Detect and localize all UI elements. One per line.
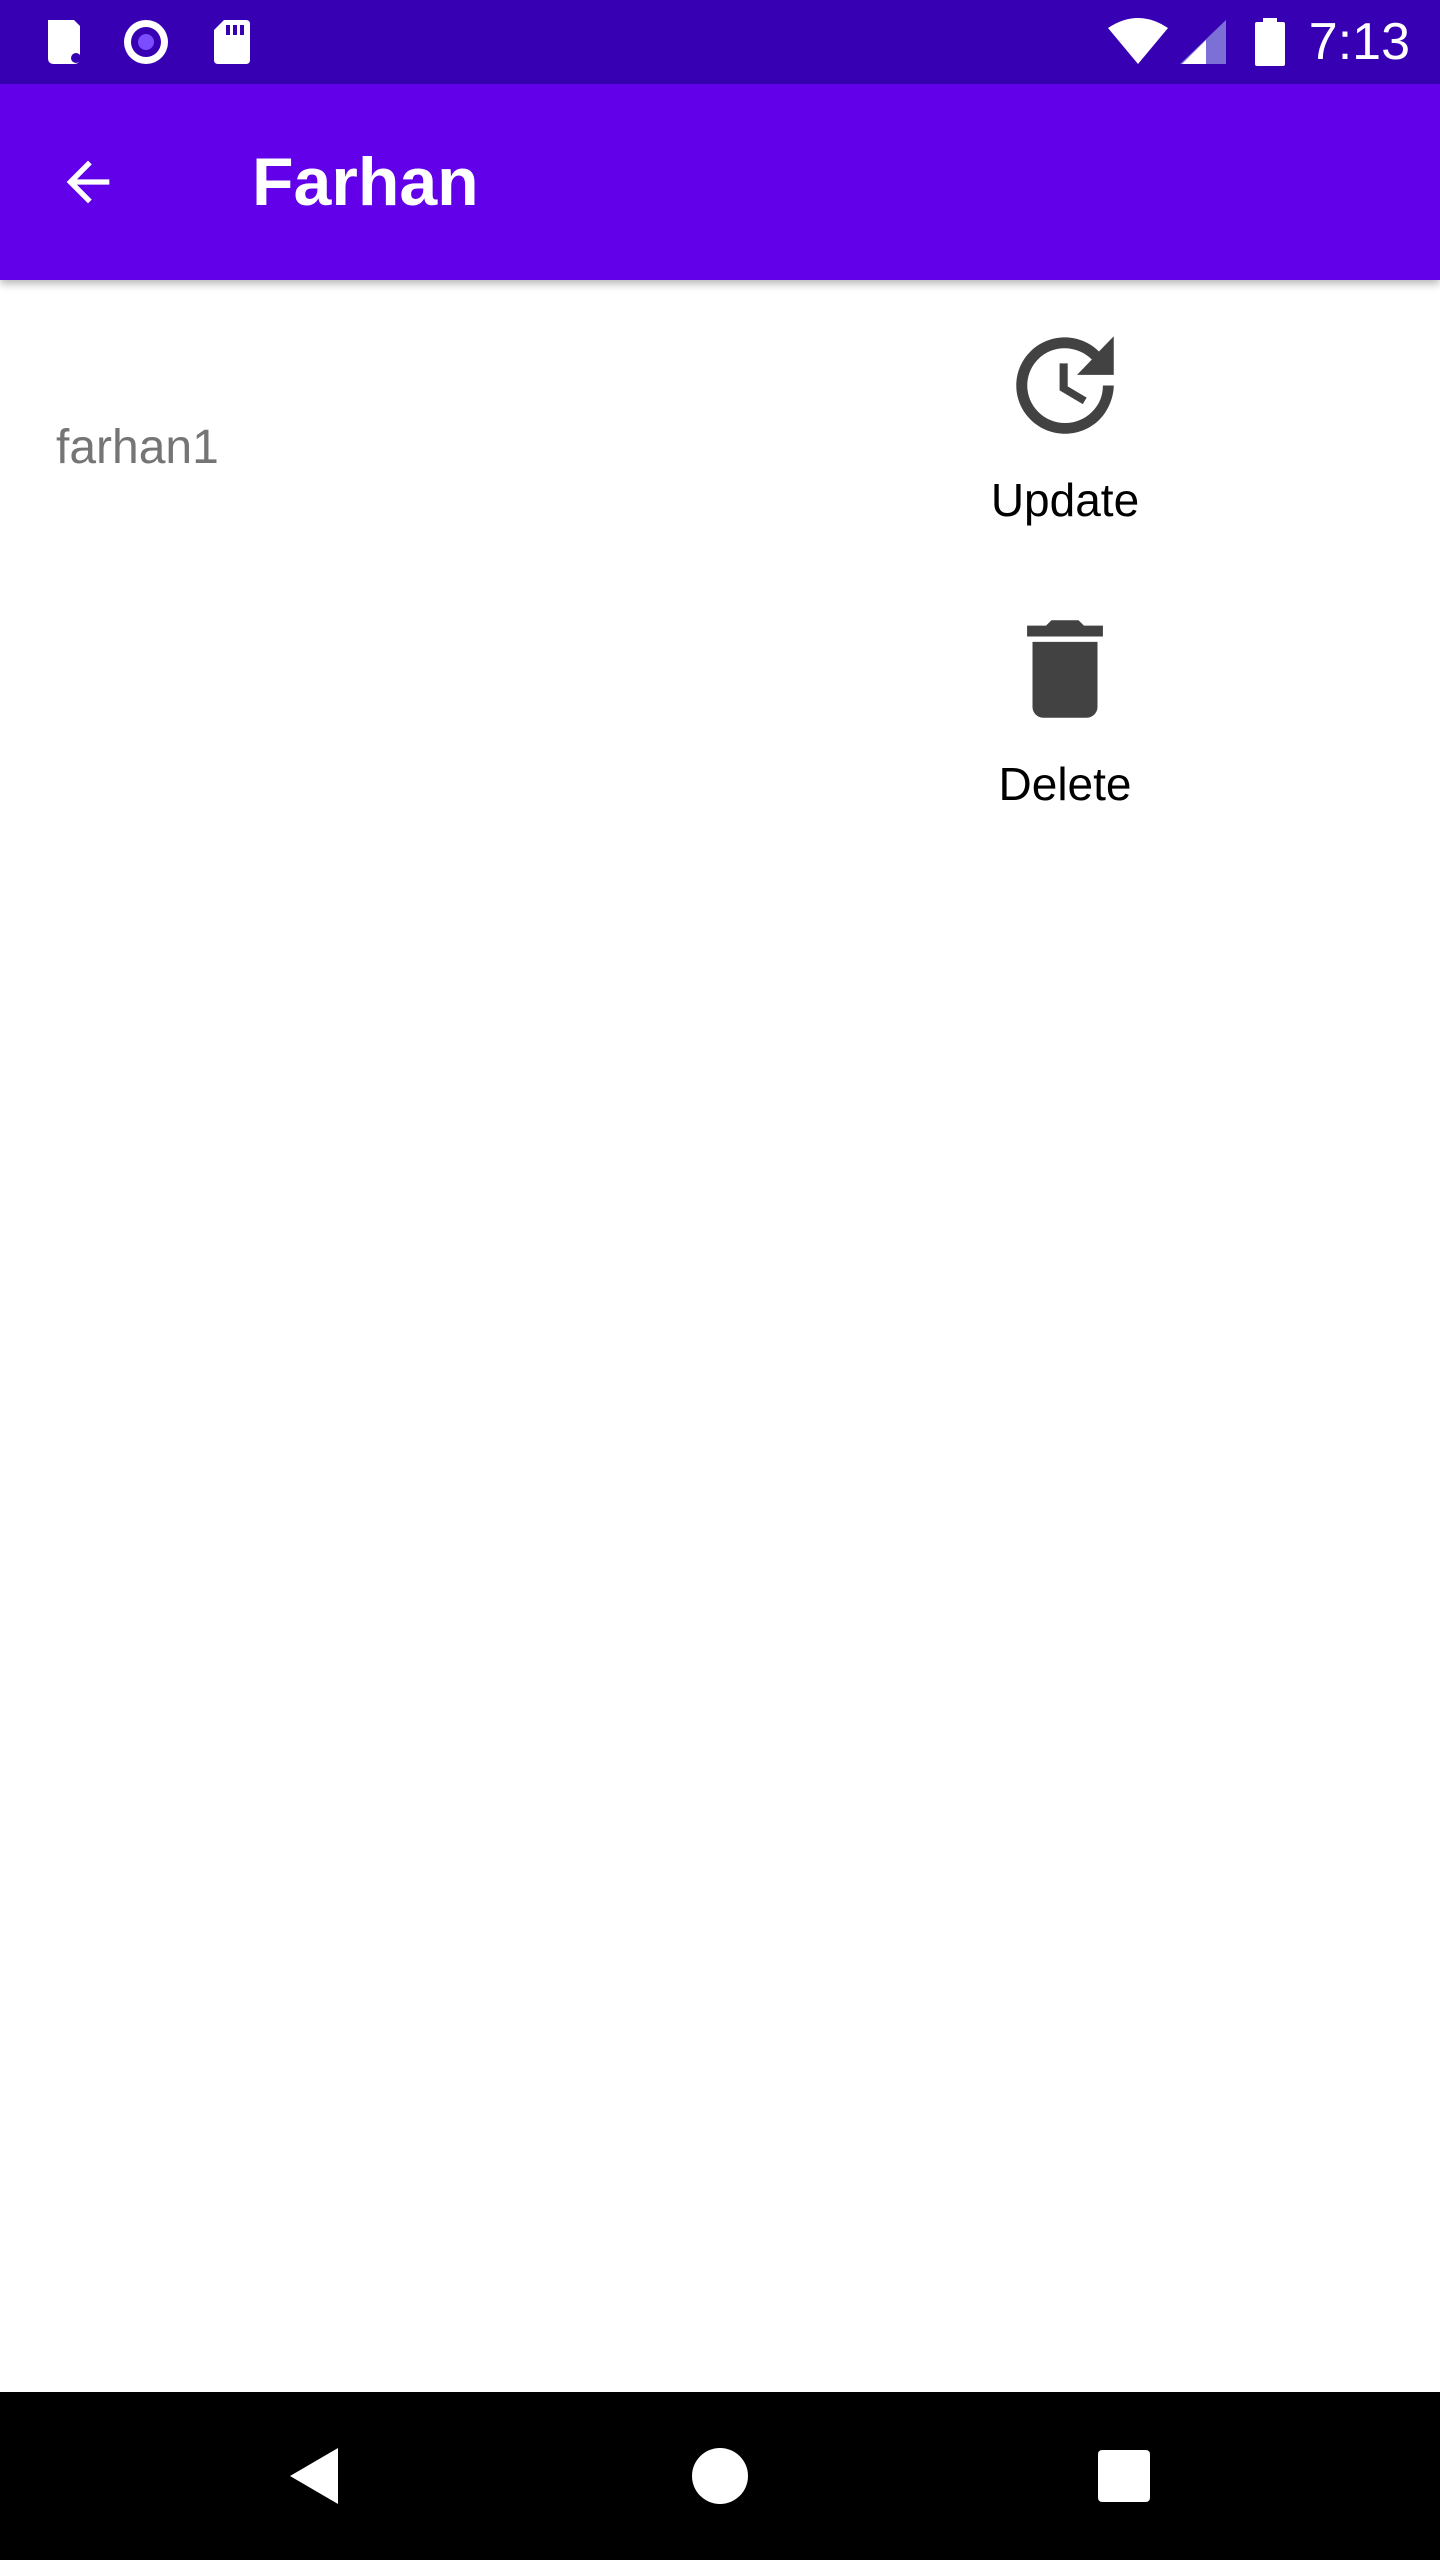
wifi-icon (1108, 18, 1168, 64)
delete-button[interactable]: Delete (935, 604, 1195, 814)
status-bar: 7:13 (0, 0, 1440, 84)
item-name-text: farhan1 (56, 421, 219, 474)
battery-icon (1255, 18, 1285, 66)
sim-card-icon (48, 20, 81, 64)
radio-record-icon (124, 20, 168, 64)
cell-signal-icon (1180, 20, 1226, 64)
detail-content: farhan1 Update Delete (0, 280, 1440, 2392)
arrow-back-icon (66, 160, 110, 204)
page-title: Farhan (252, 144, 479, 220)
home-circle-icon (692, 2448, 748, 2504)
back-button[interactable] (40, 134, 136, 230)
delete-label: Delete (998, 758, 1132, 810)
status-time: 7:13 (1308, 13, 1410, 71)
navigation-bar (0, 2392, 1440, 2560)
back-triangle-icon (290, 2448, 338, 2504)
app-bar: Farhan (0, 84, 1440, 280)
nav-home-button[interactable] (670, 2426, 770, 2526)
sd-card-icon (214, 20, 250, 64)
nav-back-button[interactable] (266, 2426, 366, 2526)
update-button[interactable]: Update (935, 320, 1195, 530)
delete-icon (1027, 620, 1103, 718)
recents-square-icon (1098, 2450, 1150, 2502)
nav-recents-button[interactable] (1074, 2426, 1174, 2526)
update-label: Update (990, 474, 1140, 526)
update-icon (1016, 336, 1114, 434)
